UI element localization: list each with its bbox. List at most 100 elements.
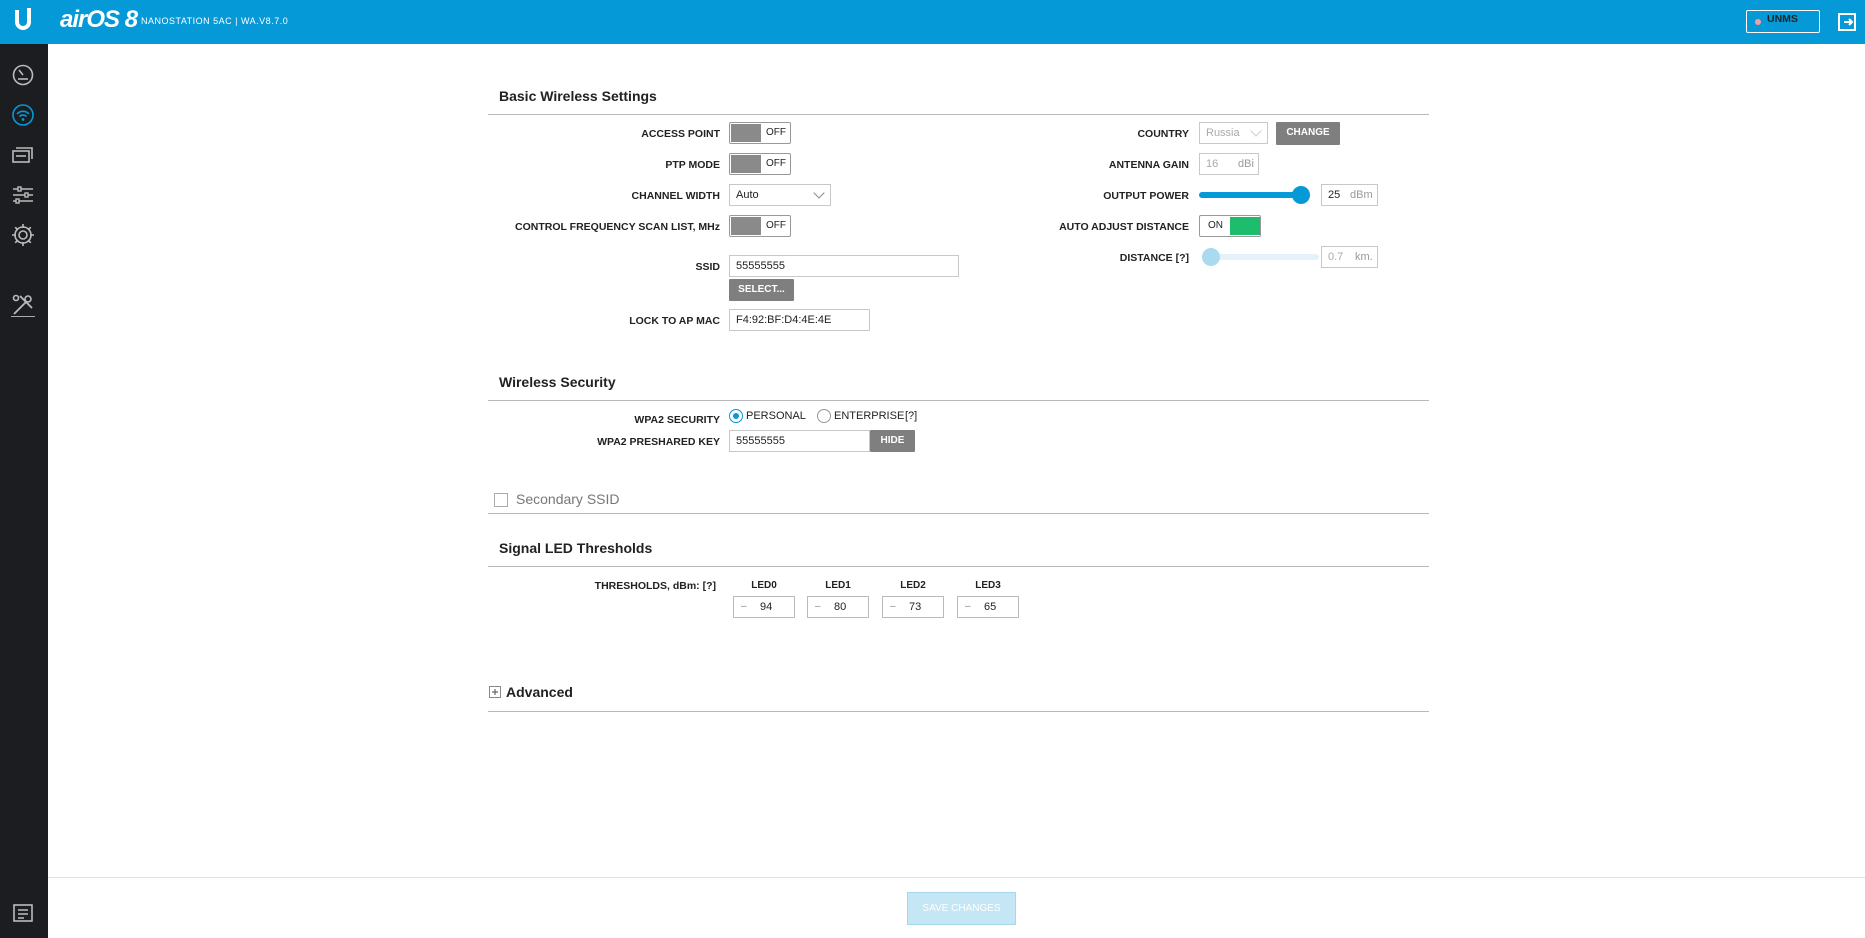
minus-sign: – — [965, 601, 971, 612]
led2-header: LED2 — [900, 580, 926, 591]
led1-header: LED1 — [825, 580, 851, 591]
ssid-input[interactable]: 55555555 — [729, 255, 959, 277]
log-icon[interactable] — [10, 900, 36, 926]
brand-logo: airOS 8 — [60, 6, 138, 33]
personal-radio[interactable] — [729, 409, 743, 423]
wifi-icon[interactable] — [10, 102, 36, 128]
unms-button[interactable]: UNMS — [1746, 10, 1820, 33]
led3-header: LED3 — [975, 580, 1001, 591]
country-value: Russia — [1206, 127, 1240, 139]
secondary-ssid-checkbox[interactable] — [494, 493, 508, 507]
scan-list-toggle[interactable]: OFF — [729, 215, 791, 237]
auto-distance-label: AUTO ADJUST DISTANCE — [1059, 221, 1189, 233]
led2-input[interactable]: – 73 — [882, 596, 944, 618]
ptp-mode-toggle[interactable]: OFF — [729, 153, 791, 175]
country-select: Russia — [1199, 122, 1268, 144]
scan-list-label: CONTROL FREQUENCY SCAN LIST, MHz — [515, 221, 720, 233]
hide-key-button[interactable]: HIDE — [870, 430, 915, 452]
sliders-icon[interactable] — [10, 182, 36, 208]
thresholds-label: THRESHOLDS, dBm: [?] — [594, 580, 716, 592]
unms-status-dot — [1755, 19, 1761, 25]
personal-label: PERSONAL — [746, 410, 806, 422]
secondary-ssid-title: Secondary SSID — [516, 491, 620, 507]
top-bar: airOS 8 NANOSTATION 5AC | WA.V8.7.0 UNMS — [0, 0, 1865, 44]
distance-input: 0.7 km. — [1321, 246, 1378, 268]
toggle-knob — [1230, 217, 1260, 235]
toggle-knob — [731, 217, 761, 235]
unms-label: UNMS — [1767, 13, 1798, 25]
enterprise-label: ENTERPRISE — [834, 410, 905, 422]
section-divider — [488, 400, 1429, 401]
access-point-toggle[interactable]: OFF — [729, 122, 791, 144]
channel-width-select[interactable]: Auto — [729, 184, 831, 206]
antenna-gain-value: 16 — [1206, 158, 1219, 170]
chevron-down-icon — [813, 187, 825, 199]
distance-value: 0.7 — [1328, 251, 1344, 263]
device-name: NANOSTATION 5AC | WA.V8.7.0 — [141, 16, 289, 26]
section-divider — [488, 711, 1429, 712]
toggle-state: OFF — [766, 158, 786, 169]
section-divider — [488, 114, 1429, 115]
gauge-icon[interactable] — [10, 62, 36, 88]
logout-icon[interactable] — [1837, 12, 1857, 32]
distance-slider-thumb — [1202, 248, 1220, 266]
ptp-mode-label: PTP MODE — [665, 159, 720, 171]
psk-label: WPA2 PRESHARED KEY — [597, 436, 720, 448]
wpa2-help-link[interactable]: [?] — [905, 410, 917, 422]
output-power-slider-thumb[interactable] — [1292, 186, 1311, 204]
ssid-select-button[interactable]: SELECT... — [729, 279, 794, 301]
output-power-input[interactable]: 25 dBm — [1321, 184, 1378, 206]
minus-sign: – — [741, 601, 747, 612]
lock-mac-input[interactable]: F4:92:BF:D4:4E:4E — [729, 309, 870, 331]
section-divider — [488, 513, 1429, 514]
channel-width-label: CHANNEL WIDTH — [631, 190, 720, 202]
ssid-label: SSID — [695, 261, 720, 273]
output-power-label: OUTPUT POWER — [1103, 190, 1189, 202]
enterprise-radio[interactable] — [817, 409, 831, 423]
toggle-state: OFF — [766, 220, 786, 231]
basic-wireless-title: Basic Wireless Settings — [499, 88, 657, 104]
output-power-value: 25 — [1328, 189, 1341, 201]
minus-sign: – — [815, 601, 821, 612]
led2-value: 73 — [909, 601, 922, 613]
save-changes-button[interactable]: SAVE CHANGES — [907, 892, 1016, 925]
output-power-unit: dBm — [1350, 189, 1373, 201]
toggle-state: ON — [1208, 220, 1223, 231]
led-thresholds-title: Signal LED Thresholds — [499, 540, 653, 556]
footer-divider — [48, 877, 1865, 878]
toggle-knob — [731, 124, 761, 142]
expand-plus-icon[interactable] — [489, 686, 501, 698]
lock-mac-label: LOCK TO AP MAC — [629, 315, 720, 327]
psk-input[interactable]: 55555555 — [729, 430, 870, 452]
distance-unit: km. — [1355, 251, 1373, 263]
minus-sign: – — [890, 601, 896, 612]
distance-slider-track — [1211, 254, 1319, 260]
wireless-security-title: Wireless Security — [499, 374, 616, 390]
antenna-gain-input: 16 dBi — [1199, 153, 1259, 175]
change-country-button[interactable]: CHANGE — [1276, 122, 1340, 145]
distance-label: DISTANCE [?] — [1119, 252, 1189, 264]
sidebar — [0, 44, 48, 938]
gear-icon[interactable] — [10, 222, 36, 248]
toggle-state: OFF — [766, 127, 786, 138]
output-power-slider-fill — [1199, 192, 1302, 198]
channel-width-value: Auto — [736, 189, 759, 201]
wpa2-security-label: WPA2 SECURITY — [634, 414, 720, 426]
section-divider — [488, 566, 1429, 567]
tools-icon[interactable] — [10, 292, 36, 318]
auto-distance-toggle[interactable]: ON — [1199, 215, 1261, 237]
chevron-down-icon — [1250, 125, 1262, 137]
access-point-label: ACCESS POINT — [641, 128, 720, 140]
led3-input[interactable]: – 65 — [957, 596, 1019, 618]
network-icon[interactable] — [10, 142, 36, 168]
antenna-gain-label: ANTENNA GAIN — [1108, 159, 1189, 171]
advanced-title[interactable]: Advanced — [506, 684, 573, 700]
led0-input[interactable]: – 94 — [733, 596, 795, 618]
antenna-gain-unit: dBi — [1238, 158, 1254, 170]
led0-header: LED0 — [751, 580, 777, 591]
led1-input[interactable]: – 80 — [807, 596, 869, 618]
led3-value: 65 — [984, 601, 997, 613]
toggle-knob — [731, 155, 761, 173]
ubiquiti-logo-icon — [15, 8, 31, 30]
country-label: COUNTRY — [1137, 128, 1189, 140]
